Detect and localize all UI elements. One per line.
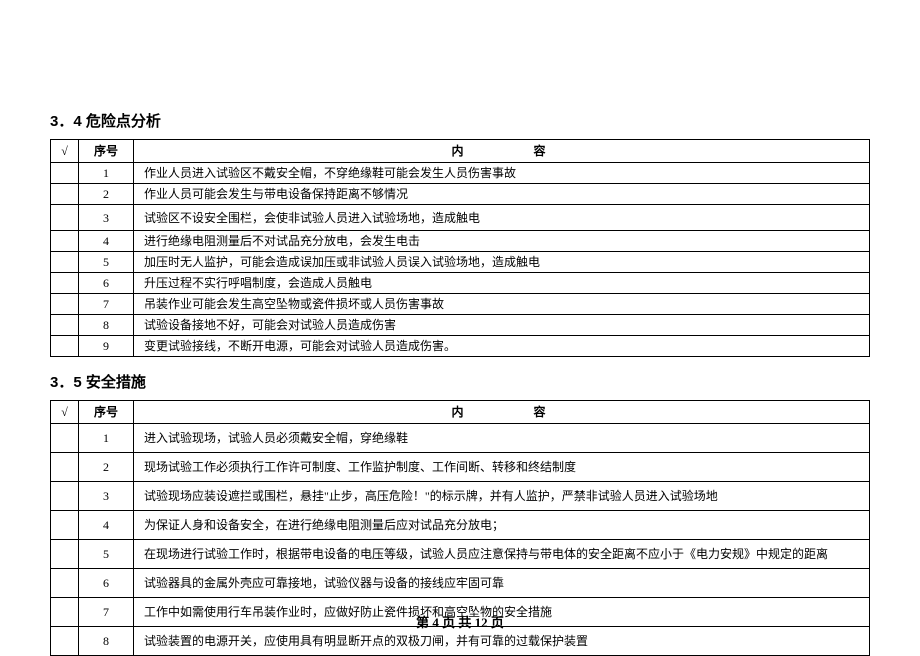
table-row: 1 进入试验现场，试验人员必须戴安全帽，穿绝缘鞋 [51,424,870,453]
table-row: 9 变更试验接线，不断开电源，可能会对试验人员造成伤害。 [51,336,870,357]
header-num: 序号 [79,140,134,163]
table-row: 5 加压时无人监护，可能会造成误加压或非试验人员误入试验场地，造成触电 [51,252,870,273]
hazard-analysis-table: √ 序号 内容 1 作业人员进入试验区不戴安全帽，不穿绝缘鞋可能会发生人员伤害事… [50,139,870,357]
header-content: 内容 [134,401,870,424]
table-row: 2 现场试验工作必须执行工作许可制度、工作监护制度、工作间断、转移和终结制度 [51,453,870,482]
table-row: 8 试验设备接地不好，可能会对试验人员造成伤害 [51,315,870,336]
table-row: 6 升压过程不实行呼唱制度，会造成人员触电 [51,273,870,294]
table-row: 2 作业人员可能会发生与带电设备保持距离不够情况 [51,184,870,205]
table-row: 6 试验器具的金属外壳应可靠接地，试验仪器与设备的接线应牢固可靠 [51,569,870,598]
table-row: 7 吊装作业可能会发生高空坠物或瓷件损坏或人员伤害事故 [51,294,870,315]
table-row: 3 试验现场应装设遮拦或围栏，悬挂"止步，高压危险！"的标示牌，并有人监护，严禁… [51,482,870,511]
table-row: 4 进行绝缘电阻测量后不对试品充分放电，会发生电击 [51,231,870,252]
table-row: 1 作业人员进入试验区不戴安全帽，不穿绝缘鞋可能会发生人员伤害事故 [51,163,870,184]
table-row: 3 试验区不设安全围栏，会使非试验人员进入试验场地，造成触电 [51,205,870,231]
section-title-2: 3．5 安全措施 [50,371,870,392]
table-row: 5 在现场进行试验工作时，根据带电设备的电压等级，试验人员应注意保持与带电体的安… [51,540,870,569]
table-row: 4 为保证人身和设备安全，在进行绝缘电阻测量后应对试品充分放电； [51,511,870,540]
section-title-1: 3．4 危险点分析 [50,110,870,131]
header-num: 序号 [79,401,134,424]
page-footer: 第 4 页 共 12 页 [50,612,870,631]
header-content: 内容 [134,140,870,163]
header-check: √ [51,140,79,163]
header-check: √ [51,401,79,424]
